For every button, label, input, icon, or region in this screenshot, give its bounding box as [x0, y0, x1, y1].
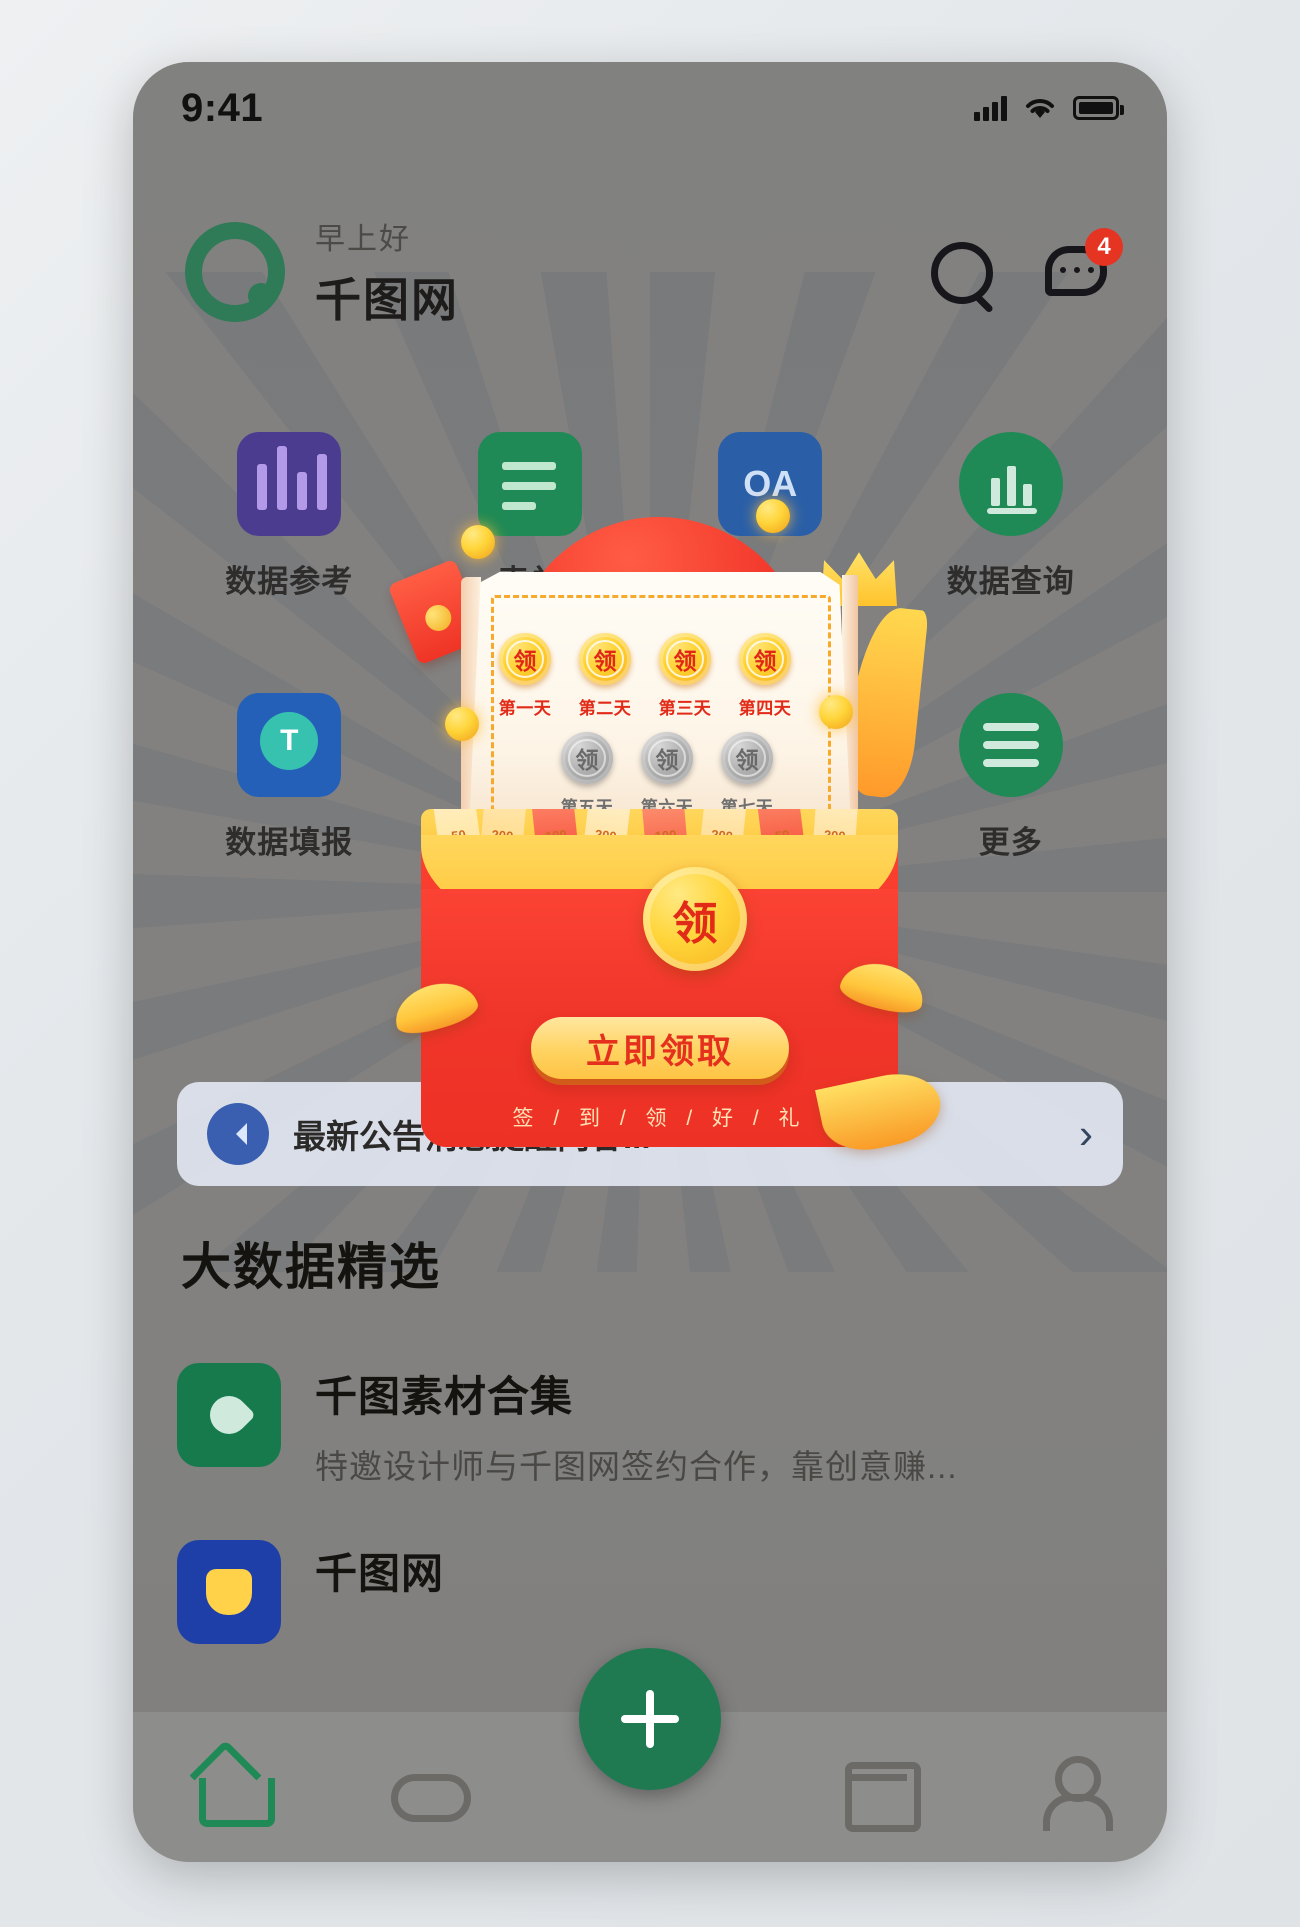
grid-item-label: 数据查询: [946, 564, 1075, 599]
claim-coin-icon[interactable]: 领: [721, 732, 773, 784]
signin-red-packet-dialog[interactable]: 领 第一天 领 第二天 领 第三天 领 第四天 领 第五天 领 第六天 领 第七…: [387, 499, 947, 1159]
tab-cloud[interactable]: [385, 1748, 471, 1826]
signin-day-7[interactable]: 领 第七天: [721, 732, 773, 818]
more-icon: [958, 693, 1063, 797]
signin-day-6[interactable]: 领 第六天: [641, 732, 693, 818]
status-bar: 9:41: [133, 62, 1167, 154]
content-list: 千图素材合集 特邀设计师与千图网签约合作，靠创意赚... 千图网: [177, 1337, 1123, 1670]
grid-item-label: 数据填报: [225, 825, 354, 860]
grid-item-data-reference[interactable]: 数据参考: [169, 432, 410, 601]
list-item-title: 千图网: [315, 1550, 445, 1597]
speaker-icon: [207, 1103, 269, 1165]
header-actions: 4: [925, 228, 1123, 308]
battery-icon: [1073, 96, 1124, 120]
signin-day-5[interactable]: 领 第五天: [561, 732, 613, 818]
claim-coin-icon[interactable]: 领: [739, 633, 791, 685]
greeting-text: 早上好: [315, 223, 411, 256]
add-button[interactable]: [579, 1648, 721, 1790]
report-fill-icon: T: [237, 693, 342, 797]
status-time: 9:41: [181, 85, 264, 130]
signal-bars-icon: [974, 95, 1007, 121]
grid-item-more[interactable]: 更多: [891, 693, 1132, 862]
signin-day-label: 第一天: [498, 699, 552, 718]
greeting-block: 早上好 千图网: [315, 214, 459, 330]
claim-now-button[interactable]: 立即领取: [531, 1017, 789, 1079]
list-item[interactable]: 千图网: [177, 1514, 1123, 1670]
coin-icon: [461, 525, 495, 559]
qiantu-logo-icon: [185, 222, 285, 322]
chart-search-icon: [958, 432, 1063, 536]
app-name: 千图网: [315, 274, 459, 326]
grid-item-label: 更多: [978, 825, 1043, 860]
tab-profile[interactable]: [1031, 1748, 1113, 1831]
grid-item-data-query[interactable]: 数据查询: [891, 432, 1132, 601]
signin-day-4[interactable]: 领 第四天: [739, 633, 791, 719]
modal-slogan: 签 / 到 / 领 / 好 / 礼: [512, 1107, 807, 1130]
tab-home[interactable]: [191, 1748, 275, 1827]
chevron-right-icon[interactable]: ›: [1079, 1110, 1093, 1158]
app-header: 早上好 千图网 4: [133, 202, 1167, 342]
main-claim-coin-icon[interactable]: 领: [643, 867, 747, 971]
bar-chart-icon: [237, 432, 342, 536]
coin-icon: [819, 695, 853, 729]
tab-calendar[interactable]: [837, 1748, 921, 1832]
list-item-title: 千图素材合集: [315, 1373, 574, 1420]
drop-icon: [177, 1363, 281, 1467]
search-icon[interactable]: [925, 236, 997, 308]
claim-coin-icon[interactable]: 领: [561, 732, 613, 784]
signin-day-1[interactable]: 领 第一天: [499, 633, 551, 719]
claim-coin-icon[interactable]: 领: [579, 633, 631, 685]
chat-bubble-icon[interactable]: 4: [1043, 228, 1123, 308]
list-item[interactable]: 千图素材合集 特邀设计师与千图网签约合作，靠创意赚...: [177, 1337, 1123, 1514]
signin-day-label: 第二天: [578, 699, 632, 718]
money-bag-icon: [177, 1540, 281, 1644]
grid-item-label: 数据参考: [225, 564, 354, 599]
signin-days-row-bottom: 领 第五天 领 第六天 领 第七天: [561, 732, 773, 818]
signin-day-label: 第四天: [738, 699, 792, 718]
signin-days-row-top: 领 第一天 领 第二天 领 第三天 领 第四天: [499, 633, 791, 719]
signin-day-label: 第三天: [658, 699, 712, 718]
wifi-icon: [1026, 99, 1054, 118]
message-badge: 4: [1085, 228, 1123, 266]
coin-icon: [445, 707, 479, 741]
claim-coin-icon[interactable]: 领: [499, 633, 551, 685]
signin-day-2[interactable]: 领 第二天: [579, 633, 631, 719]
page-title: 大数据精选: [181, 1239, 441, 1295]
claim-coin-icon[interactable]: 领: [641, 732, 693, 784]
claim-coin-icon[interactable]: 领: [659, 633, 711, 685]
coin-icon: [756, 499, 790, 533]
list-item-subtitle: 特邀设计师与千图网签约合作，靠创意赚...: [315, 1448, 958, 1485]
signin-day-3[interactable]: 领 第三天: [659, 633, 711, 719]
phone-frame: 早上好 千图网 4 数据参考 表单 OA: [133, 62, 1167, 1862]
grid-item-data-report[interactable]: T 数据填报: [169, 693, 410, 862]
